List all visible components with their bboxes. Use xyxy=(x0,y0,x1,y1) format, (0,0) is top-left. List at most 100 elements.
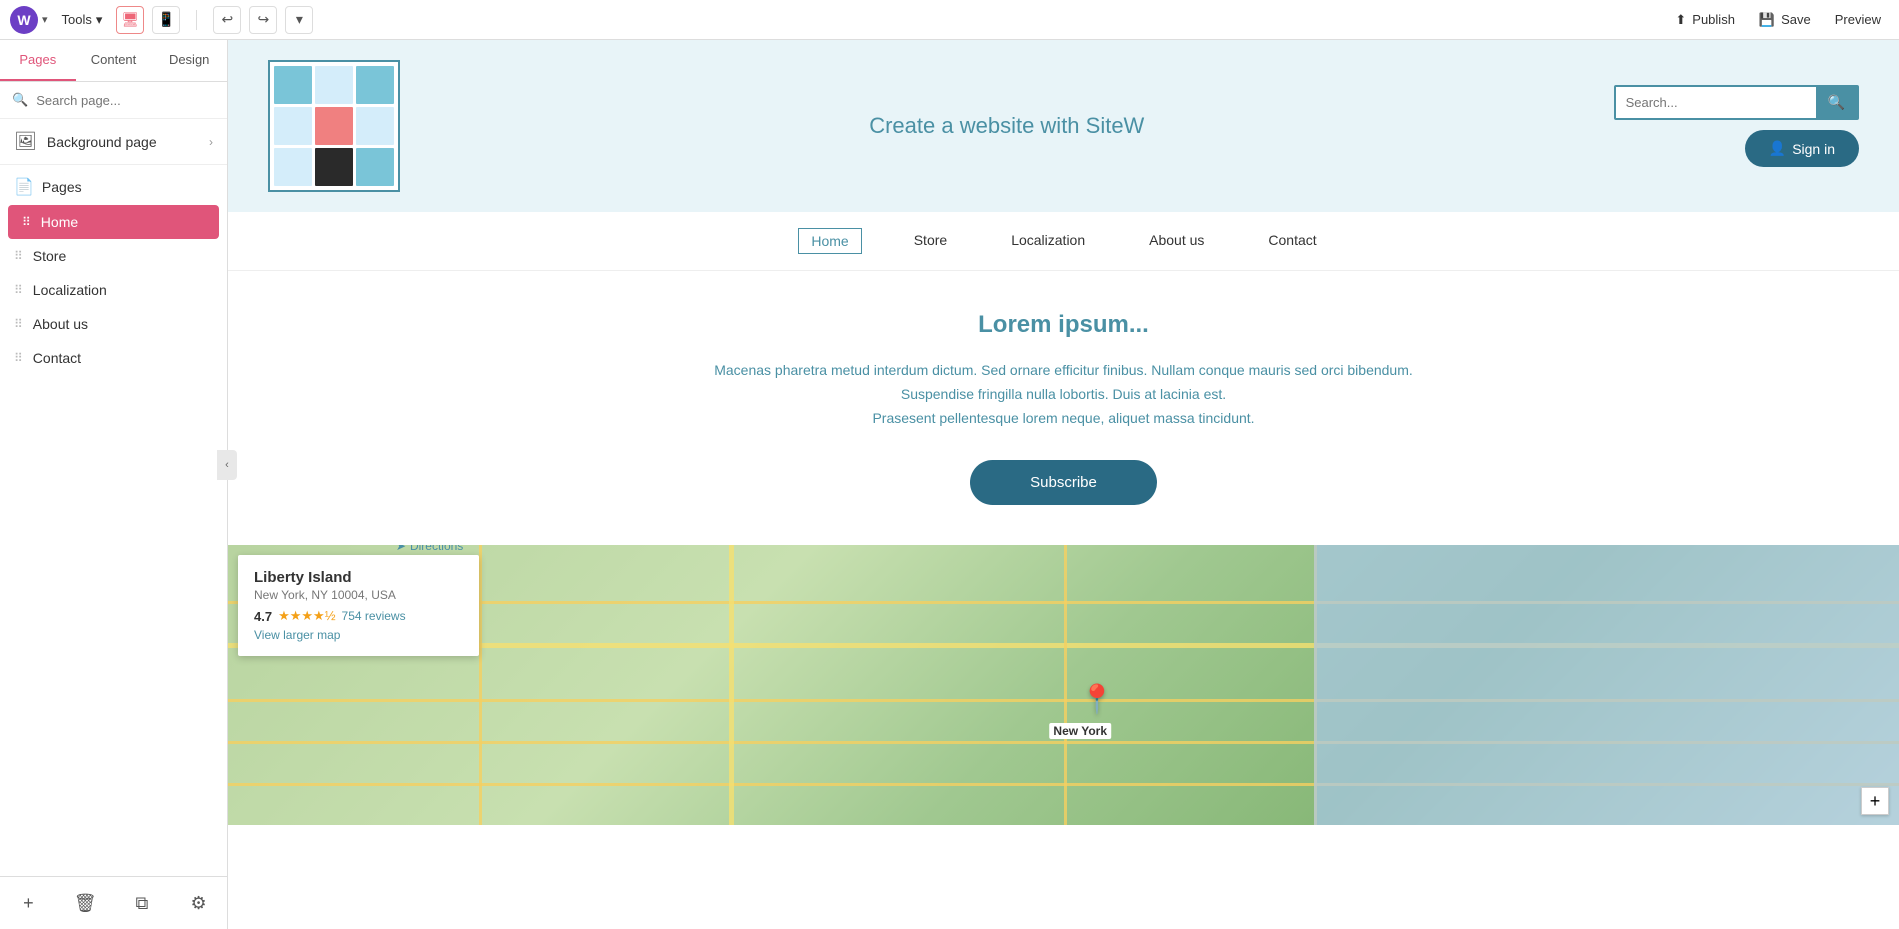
content-line3: Prasesent pellentesque lorem neque, aliq… xyxy=(248,407,1879,431)
map-stars: ★★★★½ xyxy=(278,608,335,624)
duplicate-page-button[interactable]: ⧉ xyxy=(126,887,158,919)
logo-chevron-icon[interactable]: ▾ xyxy=(42,13,48,26)
logo-cell-6 xyxy=(356,107,394,145)
sidebar-bottom-toolbar: + 🗑 ⧉ ⚙ xyxy=(0,876,227,929)
map-view-larger-link[interactable]: View larger map xyxy=(254,628,463,642)
map-city-label: New York xyxy=(1049,723,1111,739)
site-logo xyxy=(268,60,400,192)
pages-list: ⠿Home⠿Store⠿Localization⠿About us⠿Contac… xyxy=(0,205,227,375)
logo-cell-8 xyxy=(315,148,353,186)
save-icon: 💾 xyxy=(1759,12,1775,28)
publish-icon: ⬆ xyxy=(1675,12,1686,28)
sidebar-collapse-button[interactable]: ‹ xyxy=(217,450,237,480)
settings-button[interactable]: ⚙ xyxy=(183,887,215,919)
directions-icon: ➤ xyxy=(396,545,406,553)
drag-icon: ⠿ xyxy=(14,317,23,331)
canvas: Create a website with SiteW 🔍 👤 Sign in … xyxy=(228,40,1899,929)
redo-btn[interactable]: ↪ xyxy=(249,6,277,34)
logo-cell-4 xyxy=(274,107,312,145)
more-btn[interactable]: ▾ xyxy=(285,6,313,34)
logo-icon: W xyxy=(10,6,38,34)
sidebar-item-about-us[interactable]: ⠿ About us xyxy=(0,307,227,341)
nav-item-store[interactable]: Store xyxy=(902,228,959,254)
toolbar-separator xyxy=(196,10,197,30)
save-label: Save xyxy=(1781,12,1811,27)
site-search-input[interactable] xyxy=(1616,89,1816,116)
map-location-address: New York, NY 10004, USA xyxy=(254,588,396,602)
page-label: Contact xyxy=(33,350,81,366)
background-page-label: Background page xyxy=(47,134,157,150)
tools-menu[interactable]: Tools ▾ xyxy=(62,12,103,28)
logo-cell-2 xyxy=(315,66,353,104)
toolbar-right: ⬆ Publish 💾 Save Preview xyxy=(1667,8,1889,32)
sidebar-search-container: 🔍 xyxy=(0,82,227,119)
map-water xyxy=(1314,545,1899,825)
site-nav: Home Store Localization About us Contact xyxy=(228,212,1899,271)
drag-icon: ⠿ xyxy=(14,249,23,263)
map-zoom-in-button[interactable]: + xyxy=(1861,787,1889,815)
signin-label: Sign in xyxy=(1792,141,1835,157)
logo-cell-1 xyxy=(274,66,312,104)
tab-design[interactable]: Design xyxy=(151,40,227,81)
site-nav-items: Home Store Localization About us Contact xyxy=(798,228,1328,254)
sidebar-item-store[interactable]: ⠿ Store xyxy=(0,239,227,273)
save-button[interactable]: 💾 Save xyxy=(1751,8,1819,32)
mobile-view-btn[interactable]: 📱 xyxy=(152,6,180,34)
sidebar-item-localization[interactable]: ⠿ Localization xyxy=(0,273,227,307)
nav-item-localization[interactable]: Localization xyxy=(999,228,1097,254)
sidebar-item-home[interactable]: ⠿Home xyxy=(8,205,219,239)
signin-button[interactable]: 👤 Sign in xyxy=(1745,130,1859,167)
nav-item-home[interactable]: Home xyxy=(798,228,861,254)
map-pin-icon: 📍 xyxy=(1079,683,1114,716)
site-map: 📍 New York Liberty Island New York, NY 1… xyxy=(228,545,1899,825)
nav-item-about-us[interactable]: About us xyxy=(1137,228,1216,254)
directions-label: Directions xyxy=(410,545,463,553)
nav-item-contact[interactable]: Contact xyxy=(1256,228,1328,254)
site-header: Create a website with SiteW 🔍 👤 Sign in xyxy=(228,40,1899,212)
tab-pages[interactable]: Pages xyxy=(0,40,76,81)
content-title: Lorem ipsum... xyxy=(248,311,1879,339)
publish-button[interactable]: ⬆ Publish xyxy=(1667,8,1743,32)
background-page-icon: 🖼 xyxy=(14,131,37,152)
drag-icon: ⠿ xyxy=(14,283,23,297)
search-icon: 🔍 xyxy=(12,92,28,108)
site-logo-grid xyxy=(268,60,400,192)
preview-label: Preview xyxy=(1835,12,1881,27)
pages-section-label: Pages xyxy=(42,179,82,195)
preview-button[interactable]: Preview xyxy=(1827,8,1889,31)
pages-section-header: 📄 Pages xyxy=(0,165,227,205)
search-input[interactable] xyxy=(36,93,215,108)
map-location-name: Liberty Island xyxy=(254,569,396,586)
logo-cell-7 xyxy=(274,148,312,186)
background-page-item[interactable]: 🖼 Background page › xyxy=(0,119,227,165)
site-search-button[interactable]: 🔍 xyxy=(1816,87,1857,118)
content-line2: Suspendise fringilla nulla lobortis. Dui… xyxy=(248,383,1879,407)
user-icon: 👤 xyxy=(1769,140,1786,157)
map-overlay: Liberty Island New York, NY 10004, USA ➤… xyxy=(238,555,479,656)
tab-content[interactable]: Content xyxy=(76,40,152,81)
map-rating-row: 4.7 ★★★★½ 754 reviews xyxy=(254,608,463,624)
toolbar: W ▾ Tools ▾ 🖥 📱 ↩ ↪ ▾ ⬆ Publish 💾 Save P… xyxy=(0,0,1899,40)
page-label: Localization xyxy=(33,282,107,298)
main-layout: Pages Content Design 🔍 🖼 Background page… xyxy=(0,40,1899,929)
sidebar-tabs: Pages Content Design xyxy=(0,40,227,82)
content-body: Macenas pharetra metud interdum dictum. … xyxy=(248,359,1879,430)
site-header-right: 🔍 👤 Sign in xyxy=(1614,85,1859,167)
map-directions-link[interactable]: ➤ Directions xyxy=(396,545,463,553)
drag-icon: ⠿ xyxy=(22,215,31,229)
desktop-view-btn[interactable]: 🖥 xyxy=(116,6,144,34)
page-label: Store xyxy=(33,248,66,264)
map-reviews-link[interactable]: 754 reviews xyxy=(342,609,406,623)
map-rating: 4.7 xyxy=(254,609,272,624)
content-line1: Macenas pharetra metud interdum dictum. … xyxy=(248,359,1879,383)
add-page-button[interactable]: + xyxy=(12,887,44,919)
pages-icon: 📄 xyxy=(14,177,34,197)
sidebar-item-contact[interactable]: ⠿Contact xyxy=(0,341,227,375)
background-page-chevron-icon: › xyxy=(209,135,213,149)
logo-cell-5 xyxy=(315,107,353,145)
undo-btn[interactable]: ↩ xyxy=(213,6,241,34)
page-label: About us xyxy=(33,316,88,332)
subscribe-button[interactable]: Subscribe xyxy=(970,460,1157,505)
logo-cell-9 xyxy=(356,148,394,186)
delete-page-button[interactable]: 🗑 xyxy=(69,887,101,919)
